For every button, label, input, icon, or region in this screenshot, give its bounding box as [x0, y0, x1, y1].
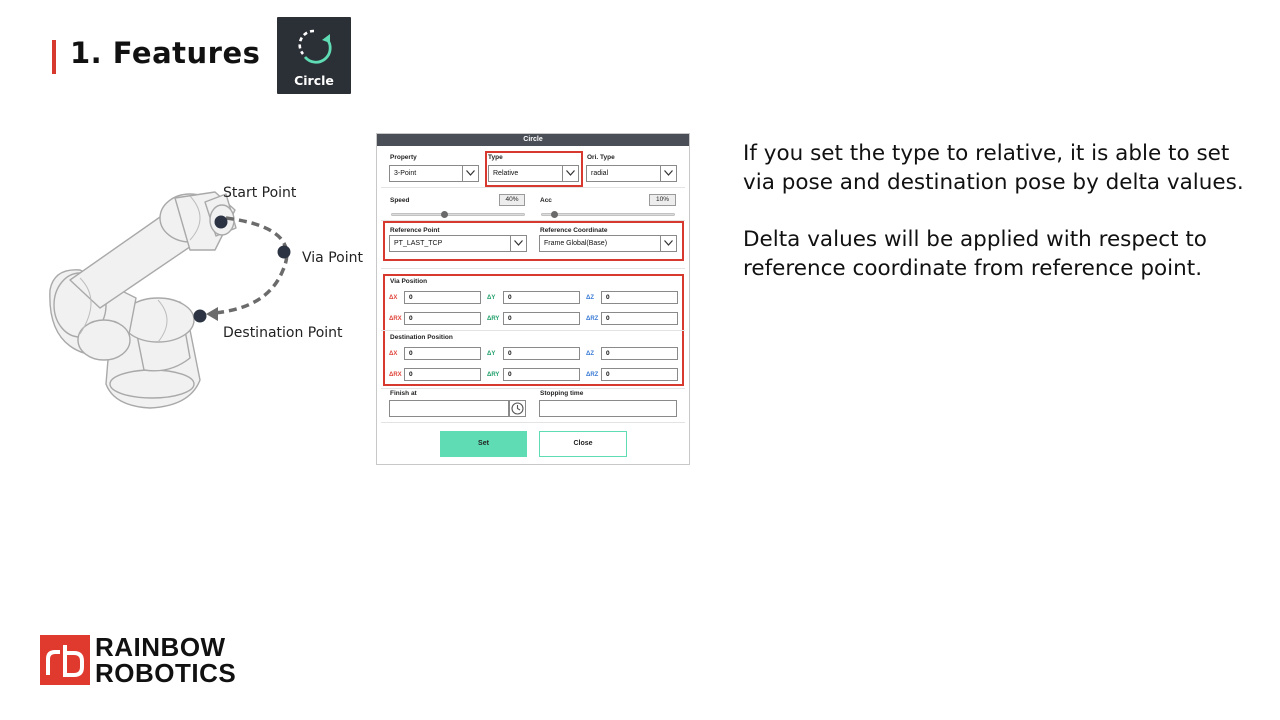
- dest-dy-axis: ΔY: [487, 351, 496, 357]
- separator: [381, 268, 685, 269]
- description-line: via pose and destination pose by delta v…: [743, 170, 1244, 195]
- description-line: Delta values will be applied with respec…: [743, 227, 1207, 252]
- dest-dry-input[interactable]: 0: [503, 368, 580, 381]
- via-point-label: Via Point: [302, 250, 363, 266]
- circle-tile-label: Circle: [294, 73, 334, 88]
- robot-arm-illustration: [40, 170, 360, 430]
- reference-point-label: Reference Point: [390, 227, 440, 234]
- destination-position-label: Destination Position: [390, 334, 453, 341]
- via-drz-input[interactable]: 0: [601, 312, 678, 325]
- type-highlight-box: [485, 151, 583, 187]
- via-drz-axis: ΔRZ: [586, 316, 599, 322]
- ori-type-select[interactable]: radial: [586, 165, 677, 182]
- dest-drx-input[interactable]: 0: [404, 368, 481, 381]
- via-dz-input[interactable]: 0: [601, 291, 678, 304]
- stopping-time-input[interactable]: [539, 400, 677, 417]
- speed-value: 40%: [499, 194, 525, 206]
- separator: [381, 422, 685, 423]
- title-accent-bar: [52, 40, 56, 74]
- dest-dry-axis: ΔRY: [487, 372, 500, 378]
- logo-text-line2: ROBOTICS: [95, 658, 237, 688]
- description-paragraph-1: If you set the type to relative, it is a…: [743, 139, 1263, 197]
- circle-tile: Circle: [277, 17, 351, 94]
- via-dy-input[interactable]: 0: [503, 291, 580, 304]
- separator: [381, 187, 685, 188]
- via-dx-input[interactable]: 0: [404, 291, 481, 304]
- reference-point-select[interactable]: PT_LAST_TCP: [389, 235, 527, 252]
- property-select[interactable]: 3-Point: [389, 165, 479, 182]
- clock-button[interactable]: [509, 400, 526, 417]
- speed-label: Speed: [390, 197, 410, 204]
- stopping-time-label: Stopping time: [540, 390, 584, 397]
- reference-coordinate-label: Reference Coordinate: [540, 227, 608, 234]
- dest-dz-input[interactable]: 0: [601, 347, 678, 360]
- via-drx-axis: ΔRX: [389, 316, 402, 322]
- page-title: 1. Features: [70, 36, 261, 70]
- acc-slider[interactable]: [541, 211, 675, 218]
- dest-dx-axis: ΔX: [389, 351, 398, 357]
- dest-dz-axis: ΔZ: [586, 351, 594, 357]
- via-dx-axis: ΔX: [389, 295, 398, 301]
- rb-logo-icon: [46, 645, 84, 677]
- chevron-down-icon: [660, 236, 676, 251]
- dest-drz-input[interactable]: 0: [601, 368, 678, 381]
- dest-drx-axis: ΔRX: [389, 372, 402, 378]
- acc-label: Acc: [540, 197, 552, 204]
- chevron-down-icon: [660, 166, 676, 181]
- finish-at-input[interactable]: [389, 400, 509, 417]
- finish-at-label: Finish at: [390, 390, 417, 397]
- via-dz-axis: ΔZ: [586, 295, 594, 301]
- reference-coordinate-select[interactable]: Frame Global(Base): [539, 235, 677, 252]
- via-drx-input[interactable]: 0: [404, 312, 481, 325]
- property-label: Property: [390, 154, 417, 161]
- via-dy-axis: ΔY: [487, 295, 496, 301]
- robot-arm-drawing: [49, 191, 291, 409]
- description-line: reference coordinate from reference poin…: [743, 256, 1203, 281]
- logo-text-line1: RAINBOW: [95, 632, 226, 662]
- description-paragraph-2: Delta values will be applied with respec…: [743, 225, 1263, 283]
- circle-dialog: Circle Property 3-Point Type Relative Or…: [376, 133, 690, 465]
- reference-point-value: PT_LAST_TCP: [394, 240, 443, 247]
- ori-type-value: radial: [591, 170, 609, 177]
- via-dry-input[interactable]: 0: [503, 312, 580, 325]
- description-line: If you set the type to relative, it is a…: [743, 141, 1230, 166]
- acc-value: 10%: [649, 194, 676, 206]
- close-button[interactable]: Close: [539, 431, 627, 457]
- speed-slider-knob[interactable]: [440, 211, 448, 218]
- dest-dy-input[interactable]: 0: [503, 347, 580, 360]
- dest-dx-input[interactable]: 0: [404, 347, 481, 360]
- set-button[interactable]: Set: [440, 431, 527, 457]
- start-point-label: Start Point: [223, 185, 297, 201]
- via-position-label: Via Position: [390, 278, 428, 285]
- property-value: 3-Point: [394, 170, 417, 177]
- separator: [381, 388, 685, 389]
- dialog-title: Circle: [377, 134, 689, 146]
- ori-type-label: Ori. Type: [587, 154, 615, 161]
- chevron-down-icon: [462, 166, 478, 181]
- reference-coordinate-value: Frame Global(Base): [544, 240, 608, 247]
- destination-point-label: Destination Point: [223, 325, 343, 341]
- circle-arrow-icon: [298, 29, 332, 64]
- speed-slider[interactable]: [391, 211, 525, 218]
- rainbow-robotics-logo-mark: [40, 635, 90, 685]
- via-dry-axis: ΔRY: [487, 316, 500, 322]
- acc-slider-knob[interactable]: [551, 211, 559, 218]
- separator: [381, 330, 685, 331]
- chevron-down-icon: [510, 236, 526, 251]
- clock-icon: [511, 402, 524, 415]
- dest-drz-axis: ΔRZ: [586, 372, 599, 378]
